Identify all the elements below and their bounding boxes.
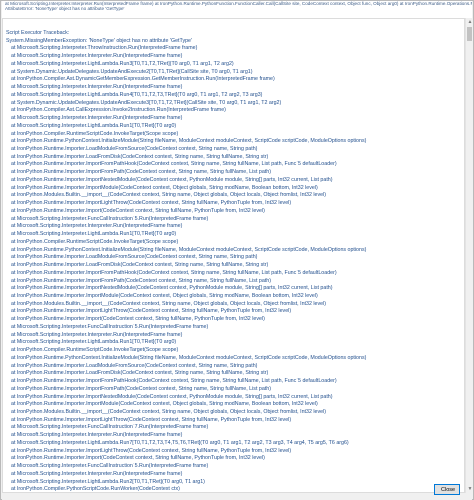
traceback-frame-line: at IronPython.Runtime.Importer.Import(Co… <box>11 207 265 214</box>
traceback-frame-line: at Microsoft.Scripting.Interpreter.Inter… <box>11 53 183 60</box>
traceback-frame-line: at IronPython.Compiler.Ast.CallExpressio… <box>11 107 226 114</box>
close-button[interactable]: Close <box>434 484 460 495</box>
traceback-text-area[interactable]: Script Executor Traceback: System.Missin… <box>2 18 465 493</box>
traceback-frame-line: at IronPython.Runtime.Importer.LoadModul… <box>11 146 258 153</box>
traceback-frame-line: at IronPython.Runtime.Importer.LoadFromD… <box>11 370 269 377</box>
traceback-frame-line: at Microsoft.Scripting.Interpreter.FuncC… <box>11 424 209 431</box>
traceback-frame-line: at IronPython.Runtime.Importer.ImportLig… <box>11 447 292 454</box>
traceback-frame-line: at Microsoft.Scripting.Interpreter.Light… <box>11 60 234 67</box>
exception-line: System.MissingMemberException: 'NoneType… <box>6 37 192 44</box>
scroll-down-arrow-icon[interactable]: ▼ <box>467 486 473 492</box>
dialog-footer <box>2 493 472 500</box>
traceback-frame-line: at IronPython.Runtime.Importer.ImportFro… <box>11 269 337 276</box>
traceback-frame-line: at Microsoft.Scripting.Interpreter.Inter… <box>11 331 183 338</box>
traceback-frame-line: at Microsoft.Scripting.Interpreter.Light… <box>11 231 177 238</box>
traceback-frame-line: at IronPython.Runtime.Importer.ImportFro… <box>11 161 337 168</box>
traceback-frame-line: at Microsoft.Scripting.Interpreter.FuncC… <box>11 323 209 330</box>
traceback-frame-line: at IronPython.Runtime.Importer.ImportMod… <box>11 184 318 191</box>
error-summary: at Microsoft.Scripting.Interpreter.Inter… <box>2 1 472 18</box>
traceback-frame-line: at IronPython.Runtime.Importer.ImportLig… <box>11 200 292 207</box>
traceback-frame-line: at Microsoft.Scripting.Interpreter.FuncC… <box>11 463 209 470</box>
traceback-frame-line: at IronPython.Runtime.Importer.ImportMod… <box>11 401 318 408</box>
traceback-frame-line: at IronPython.Runtime.PythonContext.Init… <box>11 246 367 253</box>
traceback-frame-line: at Microsoft.Scripting.Interpreter.FuncC… <box>11 215 209 222</box>
traceback-frame-line: at Microsoft.Scripting.Interpreter.Light… <box>11 122 177 129</box>
traceback-frame-line: at IronPython.Runtime.Importer.ImportFro… <box>11 169 271 176</box>
traceback-frame-line: at IronPython.Runtime.Importer.ImportFro… <box>11 385 271 392</box>
traceback-frame-line: at IronPython.Runtime.Importer.ImportNes… <box>11 176 333 183</box>
traceback-frame-line: at IronPython.Runtime.Importer.Import(Co… <box>11 316 265 323</box>
error-message: AttributeError: 'NoneType' object has no… <box>5 6 125 12</box>
traceback-frame-line: at Microsoft.Scripting.Interpreter.Light… <box>11 339 177 346</box>
traceback-content: Script Executor Traceback: System.Missin… <box>3 19 464 493</box>
traceback-frame-line: at IronPython.Runtime.Importer.ImportLig… <box>11 308 292 315</box>
traceback-frame-line: at IronPython.Compiler.RuntimeScriptCode… <box>11 347 179 354</box>
traceback-frame-line: at IronPython.Modules.Builtin.__import__… <box>11 408 327 415</box>
traceback-frame-line: at IronPython.Compiler.RuntimeScriptCode… <box>11 130 179 137</box>
traceback-frame-line: at IronPython.Runtime.PythonContext.Init… <box>11 354 367 361</box>
traceback-frame-line: at System.Dynamic.UpdateDelegates.Update… <box>11 99 282 106</box>
vertical-scrollbar[interactable]: ▲ ▼ <box>465 18 473 493</box>
traceback-frame-line: at Microsoft.Scripting.Interpreter.Inter… <box>11 115 183 122</box>
traceback-frame-line: at IronPython.Modules.Builtin.__import__… <box>11 192 327 199</box>
traceback-frame-line: at IronPython.Runtime.Importer.ImportNes… <box>11 285 333 292</box>
traceback-frame-line: at IronPython.Runtime.Importer.ImportLig… <box>11 416 292 423</box>
scroll-up-arrow-icon[interactable]: ▲ <box>467 19 473 25</box>
traceback-frame-line: at IronPython.Runtime.Importer.LoadModul… <box>11 362 258 369</box>
traceback-frame-line: at Microsoft.Scripting.Interpreter.Light… <box>11 478 205 485</box>
traceback-frame-line: at IronPython.Runtime.Importer.ImportNes… <box>11 393 333 400</box>
traceback-frame-line: at IronPython.Runtime.Importer.ImportMod… <box>11 292 318 299</box>
traceback-frame-line: at IronPython.Runtime.Importer.Import(Co… <box>11 455 265 462</box>
traceback-title: Script Executor Traceback: <box>6 30 70 36</box>
traceback-frame-line: at Microsoft.Scripting.Interpreter.Light… <box>11 439 349 446</box>
traceback-frame-line: at IronPython.Compiler.RuntimeScriptCode… <box>11 238 179 245</box>
traceback-frame-line: at Microsoft.Scripting.Interpreter.Inter… <box>11 84 183 91</box>
traceback-frame-line: at Microsoft.Scripting.Interpreter.Throw… <box>11 45 198 52</box>
traceback-frame-line: at Microsoft.Scripting.Interpreter.Inter… <box>11 432 183 439</box>
traceback-frame-line: at System.Dynamic.UpdateDelegates.Update… <box>11 68 253 75</box>
error-dialog: at Microsoft.Scripting.Interpreter.Inter… <box>0 0 474 500</box>
traceback-frame-line: at IronPython.Runtime.Importer.ImportFro… <box>11 378 337 385</box>
traceback-frame-line: at IronPython.Runtime.Importer.LoadFromD… <box>11 153 269 160</box>
traceback-frame-line: at Microsoft.Scripting.Interpreter.Inter… <box>11 470 183 477</box>
traceback-frame-line: at IronPython.Runtime.Importer.LoadFromD… <box>11 262 269 269</box>
scroll-thumb[interactable] <box>467 27 472 41</box>
traceback-frame-line: at IronPython.Compiler.PythonScriptCode.… <box>11 486 180 493</box>
traceback-frame-line: at IronPython.Runtime.Importer.LoadModul… <box>11 254 258 261</box>
traceback-frame-line: at Microsoft.Scripting.Interpreter.Light… <box>11 91 263 98</box>
traceback-frame-line: at Microsoft.Scripting.Interpreter.Inter… <box>11 223 183 230</box>
traceback-frame-line: at IronPython.Modules.Builtin.__import__… <box>11 300 327 307</box>
traceback-frame-line: at IronPython.Runtime.Importer.ImportFro… <box>11 277 271 284</box>
traceback-frame-line: at IronPython.Runtime.PythonContext.Init… <box>11 138 367 145</box>
traceback-frame-line: at IronPython.Compiler.Ast.DynamicGetMem… <box>11 76 275 83</box>
